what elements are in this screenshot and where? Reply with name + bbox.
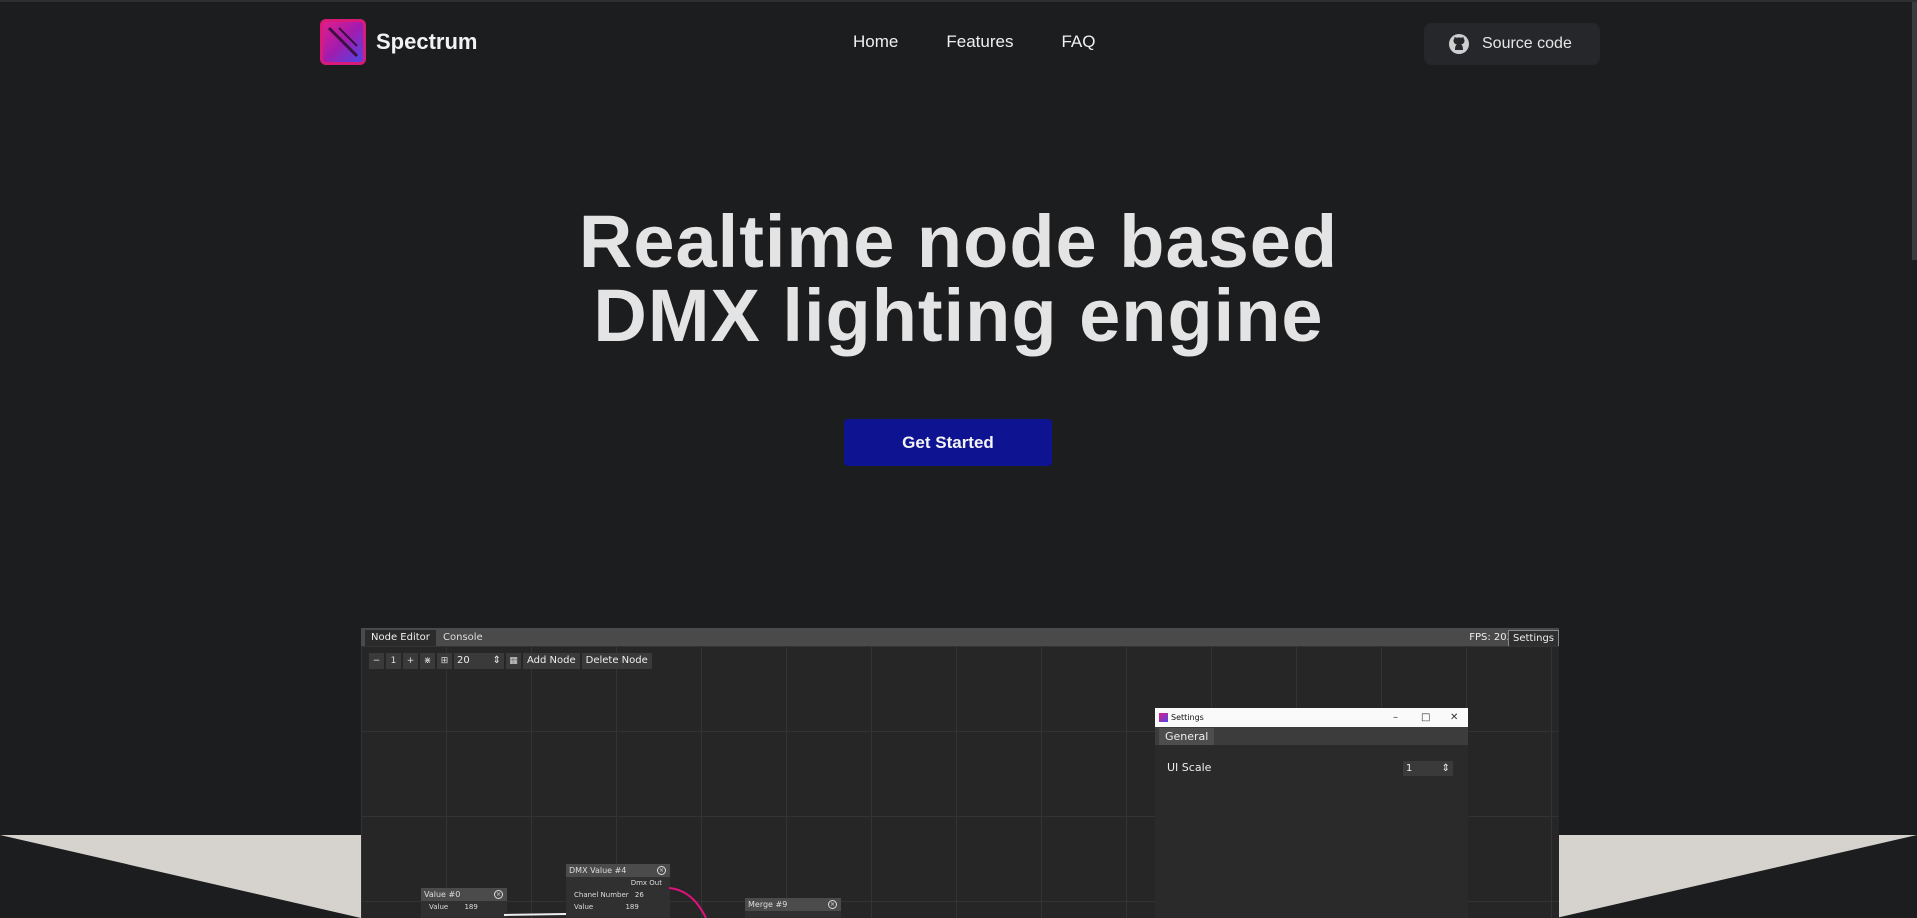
app-icon [1159,713,1168,722]
maximize-icon[interactable]: □ [1421,708,1430,727]
tab-general[interactable]: General [1159,728,1215,745]
minimize-icon[interactable]: – [1393,708,1398,727]
stepper-icon[interactable]: ⇕ [1442,761,1450,776]
source-code-label: Source code [1482,35,1572,52]
nav-link-faq[interactable]: FAQ [1061,32,1095,52]
close-icon[interactable]: ✕ [1450,708,1458,727]
settings-tab-bar: General [1155,727,1468,745]
right-diagonal-panel [1556,835,1917,918]
top-navbar: Spectrum Home Features FAQ Source code [0,0,1917,88]
github-icon [1449,34,1469,54]
hero-line-2: DMX lighting engine [593,274,1324,357]
hero-headline: Realtime node based DMX lighting engine [0,205,1917,353]
source-code-button[interactable]: Source code [1424,23,1600,65]
nav-link-features[interactable]: Features [946,32,1013,52]
settings-window: Settings – □ ✕ General UI Scale 1 ⇕ [1155,708,1468,918]
hero-line-1: Realtime node based [578,200,1339,283]
link-value-to-dmx [503,913,567,916]
spectrum-logo-icon [320,19,366,65]
brand[interactable]: Spectrum [320,19,477,65]
left-diagonal-panel [0,835,361,918]
settings-window-title: Settings [1171,713,1204,722]
get-started-button[interactable]: Get Started [844,419,1052,466]
ui-scale-value: 1 [1406,763,1413,774]
link-dmx-to-merge [668,887,707,918]
ui-scale-input[interactable]: 1 ⇕ [1403,761,1453,776]
brand-name: Spectrum [376,29,478,54]
nav-link-home[interactable]: Home [853,32,898,52]
nav-links: Home Features FAQ [853,32,1095,52]
app-preview-window: Node Editor Console FPS: 203 Settings − … [361,628,1559,918]
ui-scale-label: UI Scale [1167,761,1212,774]
settings-window-titlebar[interactable]: Settings – □ ✕ [1155,708,1468,727]
